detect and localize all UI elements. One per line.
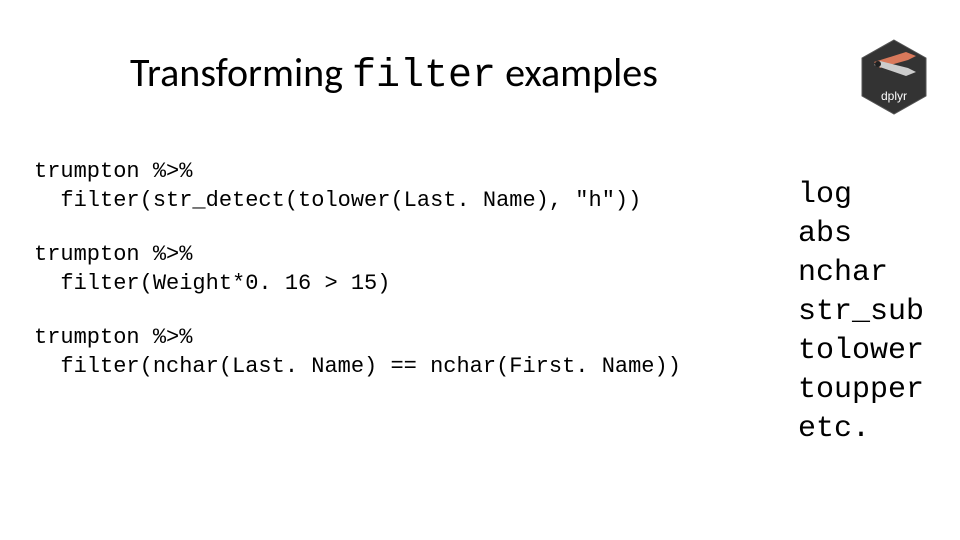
logo-label: dplyr [881,89,907,103]
function-list: log abs nchar str_sub tolower toupper et… [798,176,924,449]
title-mono: filter [352,54,496,99]
slide-title: Transforming filter examples [130,48,658,99]
title-suffix: examples [496,48,658,97]
hex-sticker: dplyr [860,38,928,116]
code-example-3: trumpton %>% filter(nchar(Last. Name) ==… [34,324,674,381]
code-example-2: trumpton %>% filter(Weight*0. 16 > 15) [34,241,674,298]
hex-svg: dplyr [860,38,928,116]
code-examples: trumpton %>% filter(str_detect(tolower(L… [34,158,674,408]
code-example-1: trumpton %>% filter(str_detect(tolower(L… [34,158,674,215]
title-prefix: Transforming [130,48,352,97]
dplyr-logo: dplyr [860,38,928,116]
